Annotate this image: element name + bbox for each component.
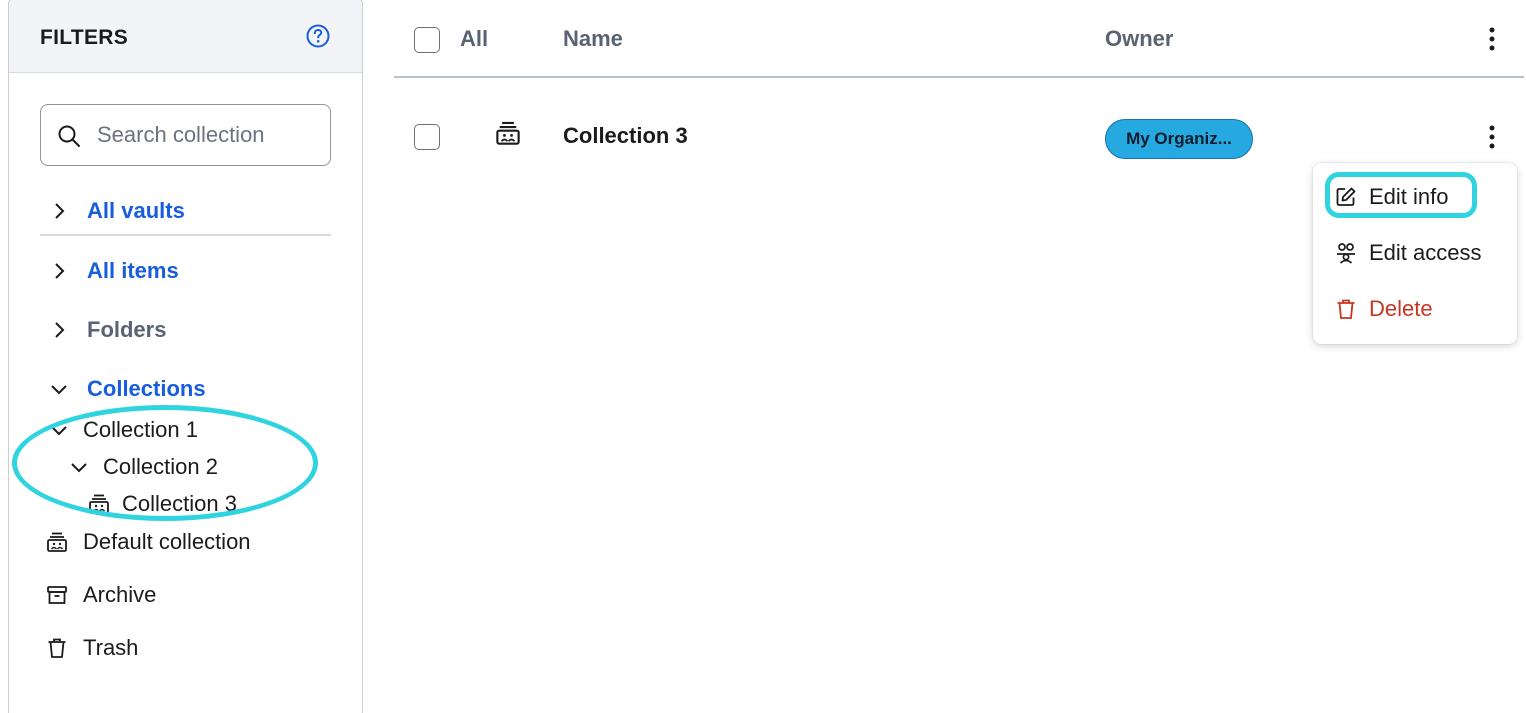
chevron-right-icon bbox=[55, 263, 65, 279]
row-more-icon[interactable] bbox=[1488, 124, 1496, 150]
menu-edit-info[interactable]: Edit info bbox=[1335, 184, 1449, 210]
collection-icon bbox=[47, 532, 67, 552]
row-checkbox[interactable] bbox=[414, 124, 440, 150]
header-more-icon[interactable] bbox=[1488, 26, 1496, 52]
tree-collection-3-label: Collection 3 bbox=[122, 491, 237, 516]
menu-delete-label: Delete bbox=[1369, 296, 1433, 321]
nav-collections[interactable]: Collections bbox=[49, 376, 206, 402]
edit-icon bbox=[1336, 187, 1356, 206]
search-icon bbox=[58, 125, 80, 147]
nav-default-collection[interactable]: Default collection bbox=[46, 529, 251, 555]
nav-trash[interactable]: Trash bbox=[46, 635, 138, 661]
help-icon[interactable] bbox=[305, 23, 331, 49]
select-all-checkbox[interactable] bbox=[414, 27, 440, 53]
chevron-down-icon bbox=[51, 426, 67, 436]
collection-icon bbox=[89, 494, 109, 514]
nav-all-vaults-label: All vaults bbox=[87, 198, 185, 223]
nav-collections-label: Collections bbox=[87, 376, 206, 401]
nav-folders[interactable]: Folders bbox=[49, 317, 166, 343]
nav-archive[interactable]: Archive bbox=[46, 582, 156, 608]
nav-default-collection-label: Default collection bbox=[83, 529, 251, 554]
owner-badge: My Organiz... bbox=[1105, 119, 1253, 159]
header-name[interactable]: Name bbox=[563, 26, 623, 52]
tree-collection-2-label: Collection 2 bbox=[103, 454, 218, 479]
users-icon bbox=[1337, 243, 1355, 264]
tree-collection-3[interactable]: Collection 3 bbox=[88, 491, 237, 517]
tree-collection-2[interactable]: Collection 2 bbox=[69, 454, 218, 480]
menu-edit-info-label: Edit info bbox=[1369, 184, 1449, 209]
filters-sidebar: FILTERS All vaults All items Folders Col… bbox=[8, 0, 363, 713]
filters-header: FILTERS bbox=[9, 0, 362, 73]
table-header: All Name Owner bbox=[394, 0, 1524, 78]
nav-folders-label: Folders bbox=[87, 317, 167, 342]
tree-collection-1-label: Collection 1 bbox=[83, 417, 198, 442]
nav-trash-label: Trash bbox=[83, 635, 139, 660]
nav-all-items[interactable]: All items bbox=[49, 258, 179, 284]
archive-icon bbox=[47, 586, 67, 604]
header-all: All bbox=[460, 26, 489, 51]
menu-edit-access[interactable]: Edit access bbox=[1335, 240, 1482, 266]
chevron-right-icon bbox=[55, 322, 65, 338]
nav-archive-label: Archive bbox=[83, 582, 157, 607]
nav-all-vaults[interactable]: All vaults bbox=[49, 198, 185, 224]
sidebar-divider bbox=[40, 234, 331, 236]
trash-icon bbox=[1337, 299, 1355, 319]
collection-icon bbox=[496, 121, 520, 145]
menu-delete[interactable]: Delete bbox=[1335, 296, 1433, 322]
filters-title: FILTERS bbox=[40, 26, 129, 49]
search-box bbox=[40, 104, 331, 166]
header-owner[interactable]: Owner bbox=[1105, 26, 1173, 52]
menu-edit-access-label: Edit access bbox=[1369, 240, 1482, 265]
tree-collection-1[interactable]: Collection 1 bbox=[49, 417, 198, 443]
search-input[interactable] bbox=[97, 119, 322, 151]
chevron-right-icon bbox=[55, 203, 65, 219]
trash-icon bbox=[48, 638, 66, 658]
nav-all-items-label: All items bbox=[87, 258, 179, 283]
row-name-link[interactable]: Collection 3 bbox=[563, 123, 688, 149]
chevron-down-icon bbox=[71, 463, 87, 473]
chevron-down-icon bbox=[51, 385, 67, 395]
row-context-menu: Edit info Edit access Delete bbox=[1313, 163, 1517, 344]
